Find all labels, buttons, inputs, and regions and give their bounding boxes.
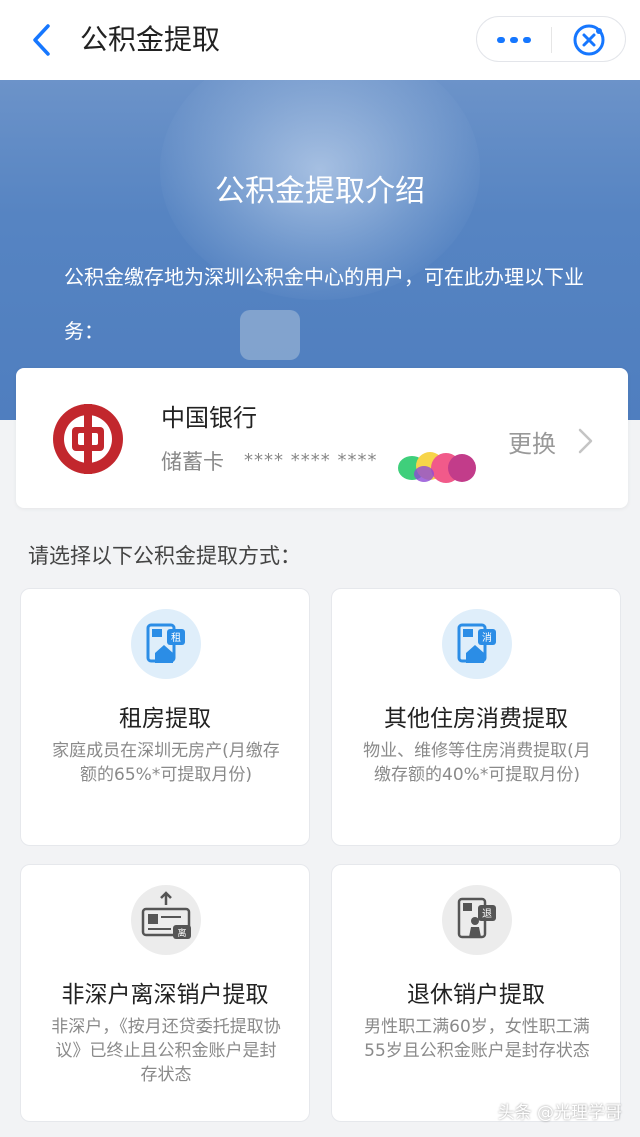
masked-card-number: **** **** **** — [244, 450, 378, 471]
option-retirement-withdrawal[interactable]: 退 退休销户提取 男性职工满60岁，女性职工满55岁且公积金账户是封存状态 — [331, 864, 621, 1122]
close-target-icon — [573, 24, 605, 56]
capsule-menu — [476, 16, 626, 62]
option-housing-consumption-withdrawal[interactable]: 消 其他住房消费提取 物业、维修等住房消费提取(月缴存额的40%*可提取月份) — [331, 588, 621, 846]
svg-text:租: 租 — [171, 631, 181, 644]
watermark: 头条 @光理学哥 — [497, 1103, 622, 1123]
bank-of-china-logo — [53, 404, 123, 474]
intro-description: 公积金缴存地为深圳公积金中心的用户，可在此办理以下业务： — [64, 265, 584, 343]
option-description: 物业、维修等住房消费提取(月缴存额的40%*可提取月份) — [363, 741, 591, 785]
option-description: 男性职工满60岁，女性职工满55岁且公积金账户是封存状态 — [364, 1017, 590, 1061]
option-description: 家庭成员在深圳无房产(月缴存额的65%*可提取月份) — [52, 741, 280, 785]
intro-title: 公积金提取介绍 — [215, 174, 425, 209]
back-arrow-icon — [33, 24, 50, 56]
close-button[interactable] — [552, 17, 626, 63]
top-nav-bar: 公积金提取 — [0, 0, 640, 80]
svg-text:消: 消 — [482, 631, 492, 644]
redaction-sticker — [398, 452, 476, 483]
svg-text:离: 离 — [177, 927, 186, 939]
option-leave-shenzhen-withdrawal[interactable]: 离 非深户离深销户提取 非深户，《按月还贷委托提取协议》已终止且公积金账户是封存… — [20, 864, 310, 1122]
page-title: 公积金提取 — [80, 23, 221, 56]
more-dots-icon — [497, 37, 531, 43]
option-title: 其他住房消费提取 — [384, 706, 568, 732]
option-title: 退休销户提取 — [407, 982, 545, 1008]
method-prompt: 请选择以下公积金提取方式： — [28, 544, 301, 568]
card-type: 储蓄卡 — [161, 450, 224, 474]
housing-consumption-icon: 消 — [442, 609, 512, 679]
option-title: 非深户离深销户提取 — [61, 982, 269, 1008]
bank-name: 中国银行 — [161, 404, 257, 432]
more-button[interactable] — [477, 17, 551, 63]
option-rent-withdrawal[interactable]: 租 租房提取 家庭成员在深圳无房产(月缴存额的65%*可提取月份) — [20, 588, 310, 846]
leave-shenzhen-icon: 离 — [131, 885, 201, 955]
option-title: 租房提取 — [119, 706, 211, 732]
change-card-link[interactable]: 更换 — [508, 424, 556, 459]
rent-house-icon: 租 — [131, 609, 201, 679]
chevron-right-icon — [578, 428, 593, 454]
retirement-icon: 退 — [442, 885, 512, 955]
option-description: 非深户，《按月还贷委托提取协议》已终止且公积金账户是封存状态 — [51, 1017, 281, 1085]
back-button[interactable] — [22, 18, 62, 62]
bank-card-selector[interactable]: 中国银行 储蓄卡 **** **** **** 更换 — [16, 368, 628, 508]
svg-text:退: 退 — [482, 908, 492, 920]
